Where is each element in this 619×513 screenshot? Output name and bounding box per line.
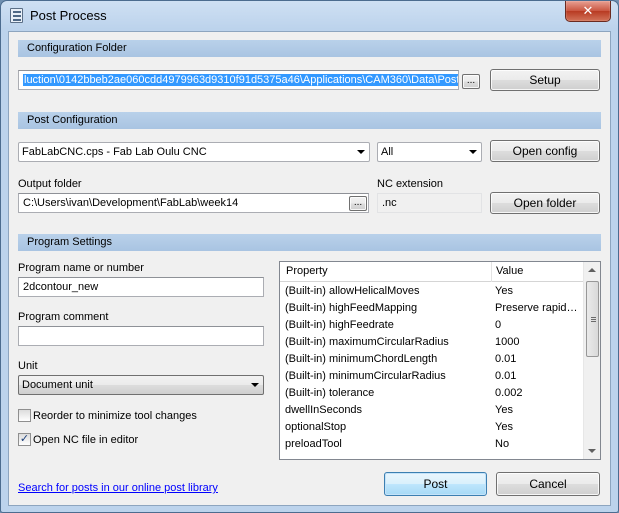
property-name: dwellInSeconds: [285, 404, 363, 416]
grip-line: [591, 319, 596, 320]
property-name: preloadTool: [285, 438, 342, 450]
property-name: (Built-in) allowHelicalMoves: [285, 285, 420, 297]
property-row[interactable]: (Built-in) minimumCircularRadius 0.01: [280, 368, 584, 385]
unit-select-value: Document unit: [22, 379, 93, 391]
output-folder-label: Output folder: [18, 178, 82, 190]
post-button[interactable]: Post: [384, 472, 487, 496]
open-nc-label: Open NC file in editor: [33, 434, 139, 446]
property-row[interactable]: (Built-in) tolerance 0.002: [280, 385, 584, 402]
program-settings-header: Program Settings: [18, 234, 601, 251]
nc-extension-label: NC extension: [377, 178, 444, 190]
dialog-body: Configuration Folder luction\0142bbeb2ae…: [8, 31, 611, 506]
open-folder-button[interactable]: Open folder: [490, 192, 600, 214]
program-comment-input[interactable]: [18, 326, 264, 346]
property-row[interactable]: dwellInSeconds Yes: [280, 402, 584, 419]
check-mark-icon: ✓: [19, 433, 30, 445]
program-comment-label: Program comment: [18, 311, 109, 323]
property-value[interactable]: No: [495, 438, 579, 450]
value-column-header[interactable]: Value: [496, 265, 523, 277]
config-folder-path-text: luction\0142bbeb2ae060cdd4979963d9310f91…: [23, 74, 458, 86]
property-name: (Built-in) minimumCircularRadius: [285, 370, 446, 382]
program-name-input[interactable]: 2dcontour_new: [18, 277, 264, 297]
post-process-window: Post Process ✕ Configuration Folder luct…: [0, 0, 619, 513]
reorder-checkbox[interactable]: [18, 409, 31, 422]
post-config-header: Post Configuration: [18, 112, 601, 129]
scrollbar-thumb[interactable]: [586, 281, 599, 357]
property-row[interactable]: preloadTool No: [280, 436, 584, 453]
property-name: (Built-in) highFeedrate: [285, 319, 394, 331]
window-title: Post Process: [30, 8, 107, 23]
property-value[interactable]: 0.002: [495, 387, 579, 399]
output-folder-browse-button[interactable]: ...: [349, 196, 367, 211]
property-row[interactable]: optionalStop Yes: [280, 419, 584, 436]
property-name: (Built-in) tolerance: [285, 387, 375, 399]
config-folder-browse-button[interactable]: ...: [462, 74, 480, 89]
program-name-label: Program name or number: [18, 262, 144, 274]
unit-label: Unit: [18, 360, 38, 372]
property-value[interactable]: Yes: [495, 285, 579, 297]
property-value[interactable]: Yes: [495, 404, 579, 416]
properties-grid[interactable]: Property Value (Built-in) allowHelicalMo…: [279, 261, 601, 460]
config-folder-header: Configuration Folder: [18, 40, 601, 57]
post-filter-value: All: [381, 146, 394, 158]
chevron-down-icon: [251, 383, 259, 387]
properties-scrollbar[interactable]: [583, 262, 600, 459]
title-bar[interactable]: Post Process ✕: [1, 1, 618, 31]
chevron-down-icon: [357, 150, 365, 154]
property-name: (Built-in) minimumChordLength: [285, 353, 438, 365]
property-value[interactable]: 1000: [495, 336, 579, 348]
property-name: (Built-in) maximumCircularRadius: [285, 336, 449, 348]
property-value[interactable]: 0.01: [495, 353, 579, 365]
setup-button[interactable]: Setup: [490, 69, 600, 91]
unit-select[interactable]: Document unit: [18, 375, 264, 395]
property-name: optionalStop: [285, 421, 347, 433]
app-icon: [10, 8, 23, 23]
property-row[interactable]: (Built-in) highFeedrate 0: [280, 317, 584, 334]
column-separator[interactable]: [491, 262, 492, 282]
scroll-down-arrow-icon[interactable]: [588, 449, 596, 453]
online-post-library-link[interactable]: Search for posts in our online post libr…: [18, 482, 218, 494]
property-row[interactable]: (Built-in) allowHelicalMoves Yes: [280, 283, 584, 300]
grip-line: [591, 321, 596, 322]
property-row[interactable]: (Built-in) highFeedMapping Preserve rapid…: [280, 300, 584, 317]
cancel-button[interactable]: Cancel: [496, 472, 600, 496]
grip-line: [591, 317, 596, 318]
nc-extension-input[interactable]: .nc: [377, 193, 482, 213]
post-filter-select[interactable]: All: [377, 142, 482, 162]
scroll-up-arrow-icon[interactable]: [588, 268, 596, 272]
property-row[interactable]: (Built-in) minimumChordLength 0.01: [280, 351, 584, 368]
properties-grid-header: Property Value: [280, 262, 584, 282]
property-value[interactable]: 0.01: [495, 370, 579, 382]
property-value[interactable]: Preserve rapid movement: [495, 302, 579, 314]
property-value[interactable]: Yes: [495, 421, 579, 433]
property-name: (Built-in) highFeedMapping: [285, 302, 418, 314]
chevron-down-icon: [469, 150, 477, 154]
config-folder-path-input[interactable]: luction\0142bbeb2ae060cdd4979963d9310f91…: [18, 70, 459, 90]
property-column-header[interactable]: Property: [286, 265, 328, 277]
property-row[interactable]: (Built-in) maximumCircularRadius 1000: [280, 334, 584, 351]
reorder-label: Reorder to minimize tool changes: [33, 410, 197, 422]
close-button[interactable]: ✕: [565, 1, 611, 22]
post-select[interactable]: FabLabCNC.cps - Fab Lab Oulu CNC: [18, 142, 370, 162]
property-value[interactable]: 0: [495, 319, 579, 331]
open-config-button[interactable]: Open config: [490, 140, 600, 162]
open-nc-checkbox[interactable]: ✓: [18, 433, 31, 446]
post-select-value: FabLabCNC.cps - Fab Lab Oulu CNC: [22, 146, 207, 158]
output-folder-input[interactable]: C:\Users\ivan\Development\FabLab\week14: [18, 193, 369, 213]
